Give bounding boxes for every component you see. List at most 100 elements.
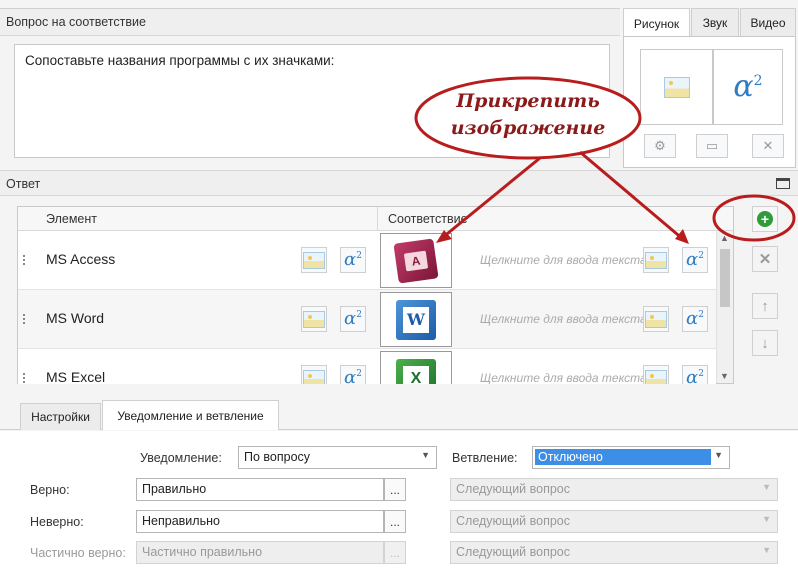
plus-icon: + — [757, 211, 773, 227]
insert-formula-button[interactable]: α2 — [713, 49, 783, 125]
question-panel-header: Вопрос на соответствие — [0, 8, 620, 36]
picture-icon — [645, 251, 667, 269]
match-image[interactable]: W — [380, 292, 452, 347]
media-area: α2 ⚙ ▭ ✕ — [623, 36, 796, 168]
col-match: Соответствие — [388, 212, 468, 226]
scroll-down-icon[interactable]: ▼ — [720, 371, 729, 381]
chevron-down-icon: ▼ — [714, 450, 723, 460]
row-label[interactable]: MS Excel — [46, 369, 105, 384]
incorrect-label: Неверно: — [30, 515, 84, 529]
incorrect-browse-button[interactable]: ... — [384, 510, 406, 533]
picture-icon — [645, 369, 667, 384]
move-up-button[interactable]: ↑ — [752, 293, 778, 319]
match-text-placeholder[interactable]: Щелкните для ввода текста — [480, 253, 646, 267]
add-row-button[interactable]: + — [752, 206, 778, 232]
insert-picture-button[interactable] — [640, 49, 713, 125]
answer-row-1[interactable]: MS Access α2 A Щелкните для ввода текста… — [18, 231, 716, 290]
chevron-down-icon: ▼ — [762, 482, 771, 492]
correct-value: Правильно — [142, 482, 207, 496]
answer-row-3[interactable]: MS Excel α2 X Щелкните для ввода текста … — [18, 349, 716, 384]
chevron-down-icon: ▼ — [762, 514, 771, 524]
formula-icon: α2 — [344, 249, 362, 270]
element-picture-button[interactable] — [301, 306, 327, 332]
tab-picture-label: Рисунок — [633, 16, 680, 31]
dots-label: ... — [389, 514, 400, 529]
picture-icon — [303, 310, 325, 328]
bottom-tabbar: Настройки Уведомление и ветвление — [0, 398, 798, 430]
delete-row-button[interactable]: ✕ — [752, 246, 778, 272]
partial-value: Частично правильно — [142, 545, 263, 559]
callout-text: Прикрепить изображение — [440, 88, 616, 142]
element-picture-button[interactable] — [301, 365, 327, 384]
dots-label: ... — [389, 545, 400, 560]
row-label[interactable]: MS Access — [46, 251, 115, 267]
match-image[interactable]: X — [380, 351, 452, 384]
drag-handle[interactable] — [23, 314, 25, 324]
match-formula-button[interactable]: α2 — [682, 306, 708, 332]
incorrect-field[interactable]: Неправильно — [136, 510, 384, 533]
scroll-up-icon[interactable]: ▲ — [720, 233, 729, 243]
notification-select[interactable]: По вопросу ▼ — [238, 446, 437, 469]
ms-access-icon: A — [393, 237, 439, 284]
tab-notification-branching[interactable]: Уведомление и ветвление — [102, 400, 279, 430]
branching-select[interactable]: Отключено ▼ — [532, 446, 730, 469]
question-panel-title: Вопрос на соответствие — [6, 15, 146, 29]
question-text: Сопоставьте названия программы с их знач… — [25, 53, 335, 68]
settings-button[interactable]: ⚙ — [644, 134, 676, 158]
move-down-button[interactable]: ↓ — [752, 330, 778, 356]
incorrect-next-select[interactable]: Следующий вопрос ▼ — [450, 510, 778, 533]
branching-value: Отключено — [535, 449, 711, 465]
partial-field[interactable]: Частично правильно — [136, 541, 384, 564]
picture-icon — [303, 251, 325, 269]
maximize-icon[interactable] — [776, 178, 790, 189]
chevron-down-icon: ▼ — [421, 450, 430, 460]
partial-label: Частично верно: — [30, 546, 126, 560]
correct-next-select[interactable]: Следующий вопрос ▼ — [450, 478, 778, 501]
answer-row-2[interactable]: MS Word α2 W Щелкните для ввода текста α… — [18, 290, 716, 349]
match-picture-button[interactable] — [643, 365, 669, 384]
media-panel: Рисунок Звук Видео α2 ⚙ ▭ ✕ — [621, 8, 798, 168]
partial-next-select[interactable]: Следующий вопрос ▼ — [450, 541, 778, 564]
delete-media-button[interactable]: ✕ — [752, 134, 784, 158]
picture-icon — [663, 76, 690, 98]
formula-icon: α2 — [686, 308, 704, 329]
open-folder-button[interactable]: ▭ — [696, 134, 728, 158]
ms-word-icon: W — [396, 299, 436, 340]
answer-panel-header: Ответ — [0, 170, 798, 196]
match-text-placeholder[interactable]: Щелкните для ввода текста — [480, 312, 646, 326]
match-text-placeholder[interactable]: Щелкните для ввода текста — [480, 371, 646, 384]
element-formula-button[interactable]: α2 — [340, 247, 366, 273]
match-formula-button[interactable]: α2 — [682, 247, 708, 273]
tab-sound[interactable]: Звук — [691, 8, 739, 36]
next-question-value: Следующий вопрос — [456, 545, 571, 559]
grid-scrollbar[interactable]: ▲ ▼ — [716, 231, 733, 383]
drag-handle[interactable] — [23, 373, 25, 383]
correct-browse-button[interactable]: ... — [384, 478, 406, 501]
tab-video-label: Видео — [750, 15, 786, 30]
tab-notification-label: Уведомление и ветвление — [117, 408, 264, 423]
tab-sound-label: Звук — [702, 15, 728, 30]
formula-icon: α2 — [686, 249, 704, 270]
answer-row-3-clip: MS Excel α2 X Щелкните для ввода текста … — [18, 349, 716, 384]
formula-icon: α2 — [344, 308, 362, 329]
scroll-thumb[interactable] — [720, 249, 730, 307]
element-formula-button[interactable]: α2 — [340, 365, 366, 384]
grid-header: Элемент Соответствие — [18, 207, 733, 231]
row-label[interactable]: MS Word — [46, 310, 104, 326]
ms-excel-icon: X — [396, 358, 436, 384]
match-picture-button[interactable] — [643, 306, 669, 332]
formula-icon: α2 — [686, 367, 704, 385]
correct-field[interactable]: Правильно — [136, 478, 384, 501]
tab-video[interactable]: Видео — [740, 8, 796, 36]
formula-icon: α2 — [733, 69, 763, 104]
tab-settings[interactable]: Настройки — [20, 403, 101, 430]
branching-label: Ветвление: — [452, 451, 518, 465]
match-image[interactable]: A — [380, 233, 452, 288]
match-picture-button[interactable] — [643, 247, 669, 273]
element-formula-button[interactable]: α2 — [340, 306, 366, 332]
match-formula-button[interactable]: α2 — [682, 365, 708, 384]
tab-picture[interactable]: Рисунок — [623, 8, 690, 38]
partial-browse-button[interactable]: ... — [384, 541, 406, 564]
drag-handle[interactable] — [23, 255, 25, 265]
element-picture-button[interactable] — [301, 247, 327, 273]
